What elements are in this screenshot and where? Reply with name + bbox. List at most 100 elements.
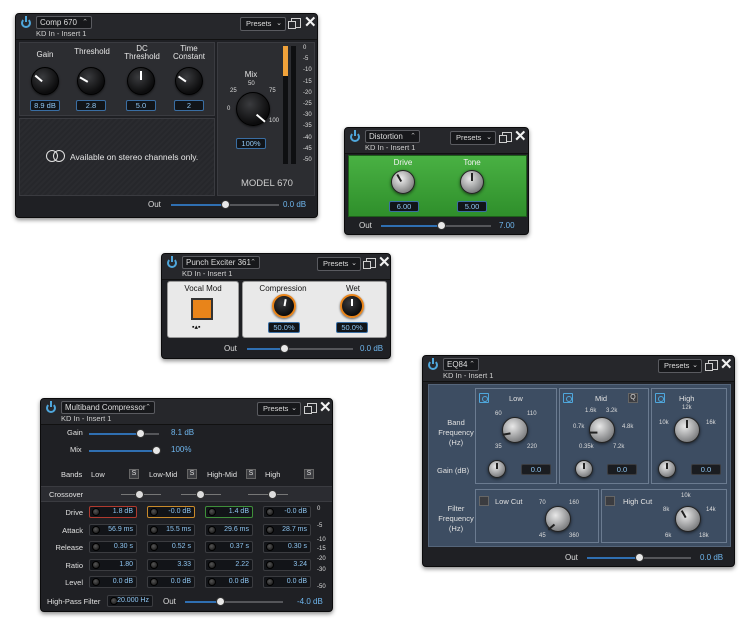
mix-knob[interactable] <box>236 92 270 126</box>
param-control[interactable]: 2.22 <box>205 558 253 571</box>
multiband-presets-button[interactable]: Presets ⌄ <box>257 402 301 416</box>
hpf-control[interactable]: 20.000 Hz <box>107 595 153 607</box>
gain-knob[interactable] <box>31 67 59 95</box>
eq84-plugin-select[interactable]: EQ84 ⌃ <box>443 358 479 371</box>
solo-high-button[interactable]: S <box>304 469 314 479</box>
dc-threshold-knob[interactable] <box>127 67 155 95</box>
eq84-out-slider[interactable] <box>587 553 691 562</box>
power-icon[interactable] <box>46 401 56 413</box>
param-control[interactable]: 56.9 ms <box>89 523 137 536</box>
mid-gain-knob[interactable] <box>575 460 593 478</box>
param-control[interactable]: 1.80 <box>89 558 137 571</box>
mid-band-enable-icon[interactable] <box>563 393 573 403</box>
param-control[interactable]: 0.37 s <box>205 541 253 553</box>
solo-highmid-button[interactable]: S <box>246 469 256 479</box>
distortion-insert-label: KD In - Insert 1 <box>365 143 416 152</box>
compression-value[interactable]: 50.0% <box>268 322 300 333</box>
power-icon[interactable] <box>167 256 177 268</box>
tone-value[interactable]: 5.00 <box>457 201 487 212</box>
gain-value[interactable]: 8.9 dB <box>30 100 60 111</box>
param-control[interactable]: 3.33 <box>147 558 195 571</box>
distortion-presets-button[interactable]: Presets ⌄ <box>450 131 496 145</box>
param-control[interactable]: -0.0 dB <box>263 506 311 518</box>
mid-q-button[interactable]: Q <box>628 393 638 403</box>
mid-tick-0.35k: 0.35k <box>579 444 594 450</box>
multiband-plugin-select[interactable]: Multiband Compressor ⌃ <box>61 401 155 414</box>
param-control[interactable]: 0.0 dB <box>263 576 311 588</box>
high-gain-knob[interactable] <box>658 460 676 478</box>
expand-window-icon[interactable] <box>363 258 376 269</box>
power-icon[interactable] <box>350 130 360 142</box>
vocal-mod-button[interactable] <box>191 298 213 320</box>
exciter-plugin-select[interactable]: Punch Exciter 361 ⌃ <box>182 256 260 269</box>
low-gain-value[interactable]: 0.0 <box>521 464 551 475</box>
param-control[interactable]: 3.24 <box>263 558 311 571</box>
low-cut-knob[interactable] <box>545 506 571 532</box>
tone-knob[interactable] <box>460 170 484 194</box>
time-constant-knob[interactable] <box>175 67 203 95</box>
param-control[interactable]: 0.52 s <box>147 541 195 553</box>
close-icon[interactable]: ✕ <box>378 254 390 272</box>
exciter-out-slider[interactable] <box>247 344 353 353</box>
mid-gain-value[interactable]: 0.0 <box>607 464 637 475</box>
comp670-presets-button[interactable]: Presets ⌄ <box>240 17 286 31</box>
param-control[interactable]: 29.6 ms <box>205 523 253 536</box>
drive-knob[interactable] <box>391 170 415 194</box>
mid-frequency-knob[interactable] <box>589 417 615 443</box>
param-control[interactable]: 1.8 dB <box>89 506 137 518</box>
low-cut-enable-button[interactable] <box>479 496 489 506</box>
power-icon[interactable] <box>428 358 438 370</box>
distortion-plugin-select[interactable]: Distortion ⌃ <box>365 130 420 143</box>
wet-value[interactable]: 50.0% <box>336 322 368 333</box>
param-control[interactable]: 0.0 dB <box>89 576 137 588</box>
comp670-plugin-select[interactable]: Comp 670 ⌃ <box>36 16 92 29</box>
mix-value[interactable]: 100% <box>236 138 266 149</box>
expand-window-icon[interactable] <box>304 403 317 414</box>
param-control[interactable]: 0.30 s <box>263 541 311 553</box>
mb-out-slider[interactable] <box>185 597 283 606</box>
param-control[interactable]: 15.5 ms <box>147 523 195 536</box>
threshold-value[interactable]: 2.8 <box>76 100 106 111</box>
expand-window-icon[interactable] <box>288 18 301 29</box>
param-control[interactable]: 0.30 s <box>89 541 137 553</box>
exciter-presets-button[interactable]: Presets ⌄ <box>317 257 361 271</box>
crossover-handle-1[interactable] <box>121 490 161 499</box>
low-frequency-knob[interactable] <box>502 417 528 443</box>
high-cut-knob[interactable] <box>675 506 701 532</box>
high-cut-enable-button[interactable] <box>605 496 615 506</box>
expand-window-icon[interactable] <box>499 132 512 143</box>
param-control[interactable]: 28.7 ms <box>263 523 311 536</box>
param-control[interactable]: 1.4 dB <box>205 506 253 518</box>
param-control[interactable]: 0.0 dB <box>147 576 195 588</box>
mb-gain-slider[interactable] <box>89 429 159 438</box>
expand-window-icon[interactable] <box>705 360 718 371</box>
drive-value[interactable]: 6.00 <box>389 201 419 212</box>
threshold-knob[interactable] <box>77 67 105 95</box>
crossover-handle-3[interactable] <box>248 490 288 499</box>
power-icon[interactable] <box>21 16 31 28</box>
solo-low-button[interactable]: S <box>129 469 139 479</box>
close-icon[interactable]: ✕ <box>720 356 733 374</box>
high-gain-value[interactable]: 0.0 <box>691 464 721 475</box>
distortion-out-slider[interactable] <box>381 221 491 230</box>
time-constant-value[interactable]: 2 <box>174 100 204 111</box>
crossover-handle-2[interactable] <box>181 490 221 499</box>
comp670-out-slider[interactable] <box>171 200 279 209</box>
low-band-enable-icon[interactable] <box>479 393 489 403</box>
param-control[interactable]: -0.0 dB <box>147 506 195 518</box>
wet-knob[interactable] <box>340 294 364 318</box>
wet-label: Wet <box>345 284 361 293</box>
compression-knob[interactable] <box>272 294 296 318</box>
param-control[interactable]: 0.0 dB <box>205 576 253 588</box>
solo-lowmid-button[interactable]: S <box>187 469 197 479</box>
close-icon[interactable]: ✕ <box>319 399 332 417</box>
mb-mix-slider[interactable] <box>89 446 161 455</box>
low-gain-knob[interactable] <box>488 460 506 478</box>
high-band-enable-icon[interactable] <box>655 393 665 403</box>
param-value: 28.7 ms <box>282 525 307 533</box>
high-frequency-knob[interactable] <box>674 417 700 443</box>
eq84-presets-button[interactable]: Presets ⌄ <box>658 359 702 373</box>
close-icon[interactable]: ✕ <box>304 14 317 32</box>
close-icon[interactable]: ✕ <box>514 128 527 146</box>
dc-threshold-value[interactable]: 5.0 <box>126 100 156 111</box>
